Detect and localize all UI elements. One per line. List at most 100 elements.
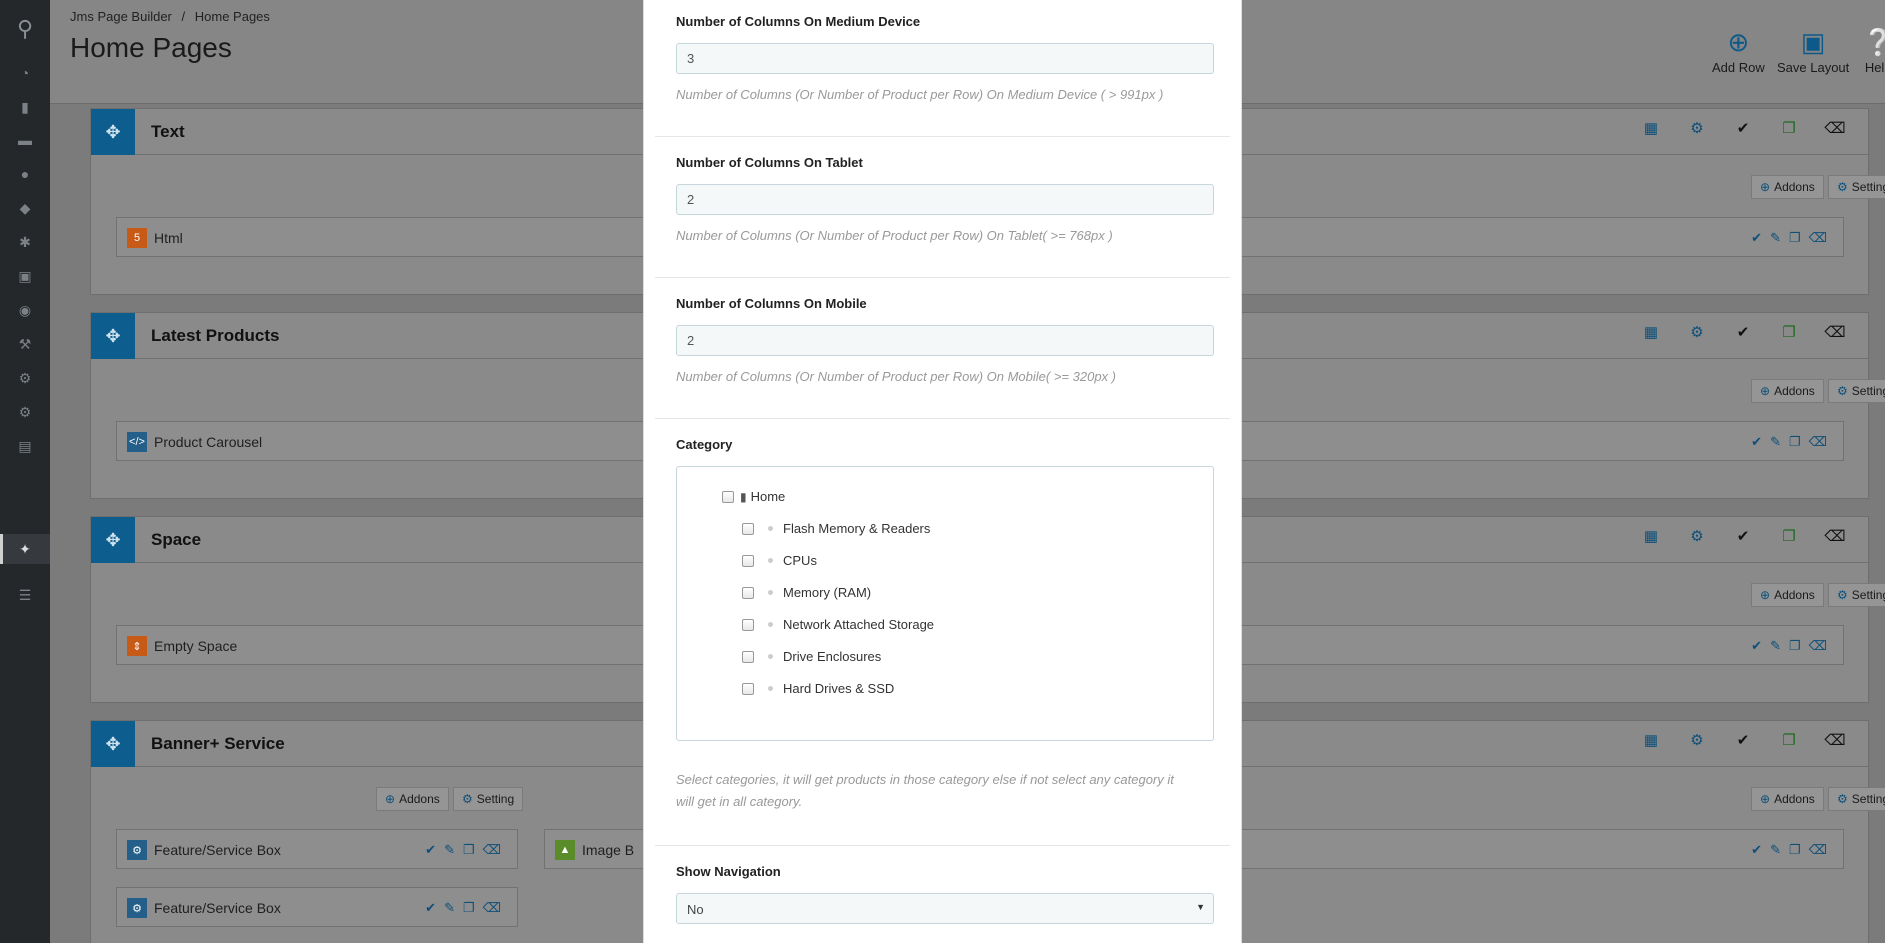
- category-checkbox[interactable]: [722, 490, 734, 503]
- tablet-columns-field: Number of Columns On Tablet 2 Number of …: [676, 155, 1214, 243]
- addon-tools[interactable]: ✔✎❐⌫: [1751, 842, 1835, 858]
- customers-icon[interactable]: ●: [13, 165, 37, 183]
- addons-button[interactable]: ⊕ Addons: [1751, 583, 1824, 607]
- addons-button[interactable]: ⊕ Addons: [1751, 175, 1824, 199]
- globe-icon[interactable]: ◉: [13, 301, 37, 319]
- columns-icon[interactable]: ▦: [1628, 731, 1674, 749]
- tree-node-child[interactable]: Drive Enclosures: [742, 649, 881, 664]
- tree-node-child[interactable]: Flash Memory & Readers: [742, 521, 930, 536]
- tree-node-child[interactable]: Network Attached Storage: [742, 617, 934, 632]
- setting-button[interactable]: ⚙Setting: [1828, 175, 1885, 199]
- category-field: Category: [676, 437, 1214, 452]
- folder-icon: ▮: [740, 489, 747, 504]
- medium-columns-input[interactable]: 3: [676, 43, 1214, 74]
- tree-node-label: Flash Memory & Readers: [783, 521, 931, 536]
- addon-tools[interactable]: ✔✎❐⌫: [1751, 638, 1835, 654]
- gear-icon: ⚙: [1837, 384, 1848, 398]
- tags-icon[interactable]: ◆: [13, 199, 37, 217]
- setting-button[interactable]: ⚙Setting: [1828, 379, 1885, 403]
- move-handle-icon[interactable]: ✥: [91, 109, 135, 155]
- help-button[interactable]: ❔ Help: [1862, 28, 1885, 75]
- duplicate-icon[interactable]: ❐: [1766, 731, 1812, 749]
- tablet-columns-input[interactable]: 2: [676, 184, 1214, 215]
- duplicate-icon[interactable]: ❐: [1766, 323, 1812, 341]
- move-handle-icon[interactable]: ✥: [91, 721, 135, 767]
- search-icon[interactable]: ⚲: [13, 16, 37, 41]
- tree-node-child[interactable]: Memory (RAM): [742, 585, 871, 600]
- move-handle-icon[interactable]: ✥: [91, 313, 135, 359]
- trash-icon[interactable]: ⌫: [1812, 731, 1858, 749]
- trash-icon[interactable]: ⌫: [1812, 527, 1858, 545]
- addons-button[interactable]: ⊕ Addons: [1751, 379, 1824, 403]
- trash-icon[interactable]: ⌫: [1812, 119, 1858, 137]
- category-checkbox[interactable]: [742, 522, 754, 535]
- setting-button[interactable]: ⚙Setting: [1828, 787, 1885, 811]
- trash-icon[interactable]: ⌫: [1812, 323, 1858, 341]
- row-settings-icon[interactable]: ⚙: [1674, 527, 1720, 545]
- addon-item[interactable]: ⚙ Feature/Service Box ✔✎❐⌫: [116, 887, 518, 927]
- tree-node-label: Network Attached Storage: [783, 617, 935, 632]
- orders-icon[interactable]: ▮: [13, 98, 37, 116]
- category-checkbox[interactable]: [742, 586, 754, 599]
- row-settings-icon[interactable]: ⚙: [1674, 323, 1720, 341]
- move-handle-icon[interactable]: ✥: [91, 517, 135, 563]
- addon-tools[interactable]: ✔✎❐⌫: [425, 842, 509, 858]
- category-checkbox[interactable]: [742, 554, 754, 567]
- divider: [655, 845, 1230, 846]
- addons-button-left[interactable]: ⊕ Addons: [376, 787, 449, 811]
- add-row-button[interactable]: ⊕ Add Row: [1712, 28, 1765, 75]
- mobile-columns-label: Number of Columns On Mobile: [676, 296, 867, 311]
- addons-button[interactable]: ⊕ Addons: [1751, 787, 1824, 811]
- category-checkbox[interactable]: [742, 618, 754, 631]
- payment-icon[interactable]: ▬: [13, 131, 37, 149]
- addon-name: Feature/Service Box: [154, 900, 281, 916]
- stats-icon[interactable]: ▤: [13, 437, 37, 455]
- tree-node-child[interactable]: Hard Drives & SSD: [742, 681, 894, 696]
- divider: [655, 136, 1230, 137]
- breadcrumb: Jms Page Builder / Home Pages: [70, 9, 276, 24]
- tree-node-root[interactable]: ▮ Home: [722, 489, 785, 504]
- addons-label: Addons: [399, 792, 440, 806]
- category-checkbox[interactable]: [742, 650, 754, 663]
- addon-tools[interactable]: ✔✎❐⌫: [425, 900, 509, 916]
- category-checkbox[interactable]: [742, 682, 754, 695]
- columns-icon[interactable]: ▦: [1628, 323, 1674, 341]
- check-icon[interactable]: ✔: [1720, 323, 1766, 341]
- magic-wand-icon[interactable]: ✦: [13, 540, 37, 558]
- help-icon: ❔: [1862, 27, 1885, 57]
- duplicate-icon[interactable]: ❐: [1766, 119, 1812, 137]
- mobile-columns-input[interactable]: 2: [676, 325, 1214, 356]
- addon-tools[interactable]: ✔✎❐⌫: [1751, 230, 1835, 246]
- breadcrumb-item-current[interactable]: Home Pages: [195, 9, 270, 24]
- breadcrumb-item-module[interactable]: Jms Page Builder: [70, 9, 172, 24]
- settings-icon[interactable]: ⚙: [13, 369, 37, 387]
- duplicate-icon[interactable]: ❐: [1766, 527, 1812, 545]
- check-icon[interactable]: ✔: [1720, 731, 1766, 749]
- modules-icon[interactable]: ✱: [13, 233, 37, 251]
- html5-icon: 5: [127, 228, 147, 248]
- addon-item[interactable]: ⚙ Feature/Service Box ✔✎❐⌫: [116, 829, 518, 869]
- plus-icon: ⊕: [385, 792, 396, 806]
- wrench-icon[interactable]: ⚒: [13, 335, 37, 353]
- check-icon[interactable]: ✔: [1720, 527, 1766, 545]
- menu-icon[interactable]: ☰: [13, 586, 37, 604]
- show-navigation-field: Show Navigation: [676, 864, 1214, 879]
- save-layout-button[interactable]: ▣ Save Layout: [1777, 28, 1849, 75]
- columns-icon[interactable]: ▦: [1628, 119, 1674, 137]
- row-settings-icon[interactable]: ⚙: [1674, 731, 1720, 749]
- setting-button[interactable]: ⚙Setting: [1828, 583, 1885, 607]
- shipping-icon[interactable]: ▣: [13, 267, 37, 285]
- tablet-columns-label: Number of Columns On Tablet: [676, 155, 863, 170]
- plus-icon: ⊕: [1760, 180, 1771, 194]
- plus-icon: ⊕: [1760, 588, 1771, 602]
- columns-icon[interactable]: ▦: [1628, 527, 1674, 545]
- row-settings-icon[interactable]: ⚙: [1674, 119, 1720, 137]
- check-icon[interactable]: ✔: [1720, 119, 1766, 137]
- addons-label: Addons: [1774, 588, 1815, 602]
- gear-icon[interactable]: ⚙: [13, 403, 37, 421]
- addon-tools[interactable]: ✔✎❐⌫: [1751, 434, 1835, 450]
- tree-node-child[interactable]: CPUs: [742, 553, 817, 568]
- dashboard-icon[interactable]: ◔: [13, 64, 37, 82]
- setting-button-left[interactable]: ⚙ Setting: [453, 787, 524, 811]
- show-navigation-select[interactable]: No ▼: [676, 893, 1214, 924]
